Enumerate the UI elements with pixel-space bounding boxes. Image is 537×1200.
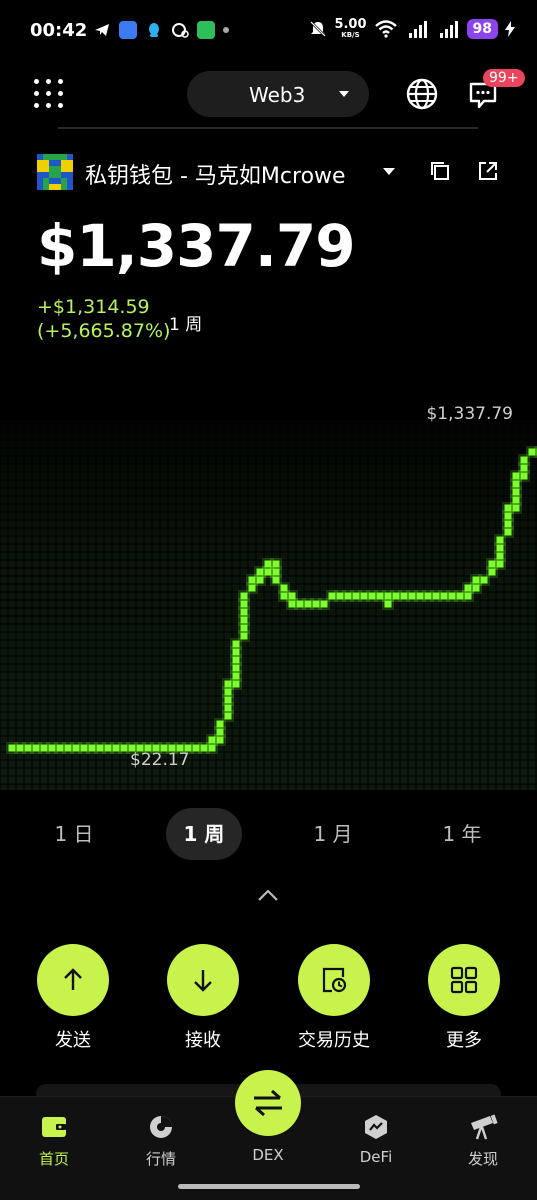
history-icon	[322, 967, 347, 993]
nav-market-label: 行情	[145, 1150, 176, 1168]
period-tab-1m[interactable]: 1 月	[295, 808, 371, 860]
more-button[interactable]: 更多	[414, 944, 514, 1052]
chart-min-label: $22.17	[130, 750, 190, 770]
charging-icon	[505, 21, 515, 37]
nav-home-label: 首页	[38, 1150, 69, 1168]
receive-label: 接收	[185, 1030, 221, 1051]
wechat-icon	[172, 23, 189, 38]
nav-defi[interactable]: DeFi	[346, 1112, 406, 1166]
wallet-name[interactable]: 私钥钱包 - 马克如Mcrowe	[85, 158, 346, 190]
apps-menu-icon[interactable]	[34, 79, 64, 109]
receive-button[interactable]: 接收	[153, 944, 253, 1052]
arrow-up-icon	[64, 968, 82, 990]
wifi-icon	[374, 20, 397, 38]
external-link-icon[interactable]	[477, 160, 499, 182]
history-action-circle	[298, 944, 370, 1016]
status-bar: 00:42 5.00 KB/S 98	[0, 0, 537, 64]
send-label: 发送	[55, 1030, 91, 1051]
defi-icon	[361, 1112, 391, 1142]
nav-market[interactable]: 行情	[131, 1112, 191, 1169]
telescope-icon	[468, 1112, 498, 1142]
nav-home[interactable]: 首页	[24, 1112, 84, 1169]
dex-swap-button[interactable]	[235, 1070, 301, 1136]
signal-5g-icon	[408, 21, 427, 38]
mute-icon	[310, 21, 327, 37]
receive-action-circle	[167, 944, 239, 1016]
notification-app-icons	[93, 21, 229, 39]
network-selector[interactable]: Web3	[187, 71, 369, 117]
speed-value: 5.00	[334, 17, 367, 32]
app-blue-icon	[119, 21, 137, 39]
more-label: 更多	[446, 1030, 482, 1051]
period-tab-1d[interactable]: 1 日	[36, 808, 112, 860]
signal-4g-icon	[439, 21, 458, 38]
wallet-dropdown-icon[interactable]	[383, 168, 395, 175]
balance-change-percent: (+5,665.87%)	[37, 320, 171, 342]
more-action-circle	[428, 944, 500, 1016]
market-icon	[146, 1112, 176, 1142]
network-speed: 5.00 KB/S	[334, 17, 367, 39]
balance-change-period: 1 周	[169, 315, 203, 335]
wallet-avatar[interactable]	[37, 154, 73, 190]
notification-badge: 99+	[483, 69, 525, 87]
nav-discover[interactable]: 发现	[453, 1112, 513, 1169]
history-label: 交易历史	[298, 1030, 370, 1051]
header-divider	[58, 127, 478, 129]
telegram-icon	[95, 24, 109, 36]
balance-change-amount: +$1,314.59	[37, 296, 150, 318]
battery-level: 98	[466, 19, 498, 39]
chart-max-label: $1,337.79	[426, 404, 513, 424]
arrow-down-icon	[194, 970, 212, 992]
nav-defi-label: DeFi	[359, 1148, 393, 1166]
network-label: Web3	[249, 83, 306, 107]
balance-chart[interactable]	[0, 400, 537, 790]
status-indicators: 5.00 KB/S 98	[309, 17, 515, 39]
send-button[interactable]: 发送	[23, 944, 123, 1052]
swap-icon	[254, 1089, 282, 1117]
home-indicator[interactable]	[178, 1184, 360, 1189]
nav-discover-label: 发现	[467, 1150, 498, 1168]
period-tab-1w[interactable]: 1 周	[166, 808, 242, 860]
copy-icon[interactable]	[429, 160, 451, 182]
total-balance: $1,337.79	[37, 212, 356, 280]
history-button[interactable]: 交易历史	[284, 944, 384, 1052]
send-action-circle	[37, 944, 109, 1016]
qq-icon	[149, 23, 159, 37]
speed-unit: KB/S	[341, 31, 360, 39]
grid-icon	[450, 966, 478, 994]
caret-down-icon	[339, 91, 349, 97]
wallet-icon	[39, 1112, 69, 1142]
period-tab-1y[interactable]: 1 年	[424, 808, 500, 860]
chevron-up-icon[interactable]	[257, 888, 279, 902]
globe-icon[interactable]	[405, 77, 439, 111]
chart-grid-fade	[0, 420, 537, 790]
more-notifications-dot	[223, 27, 229, 33]
app-green-icon	[197, 21, 215, 39]
nav-dex-label[interactable]: DEX	[238, 1146, 298, 1164]
status-time: 00:42	[30, 20, 88, 41]
